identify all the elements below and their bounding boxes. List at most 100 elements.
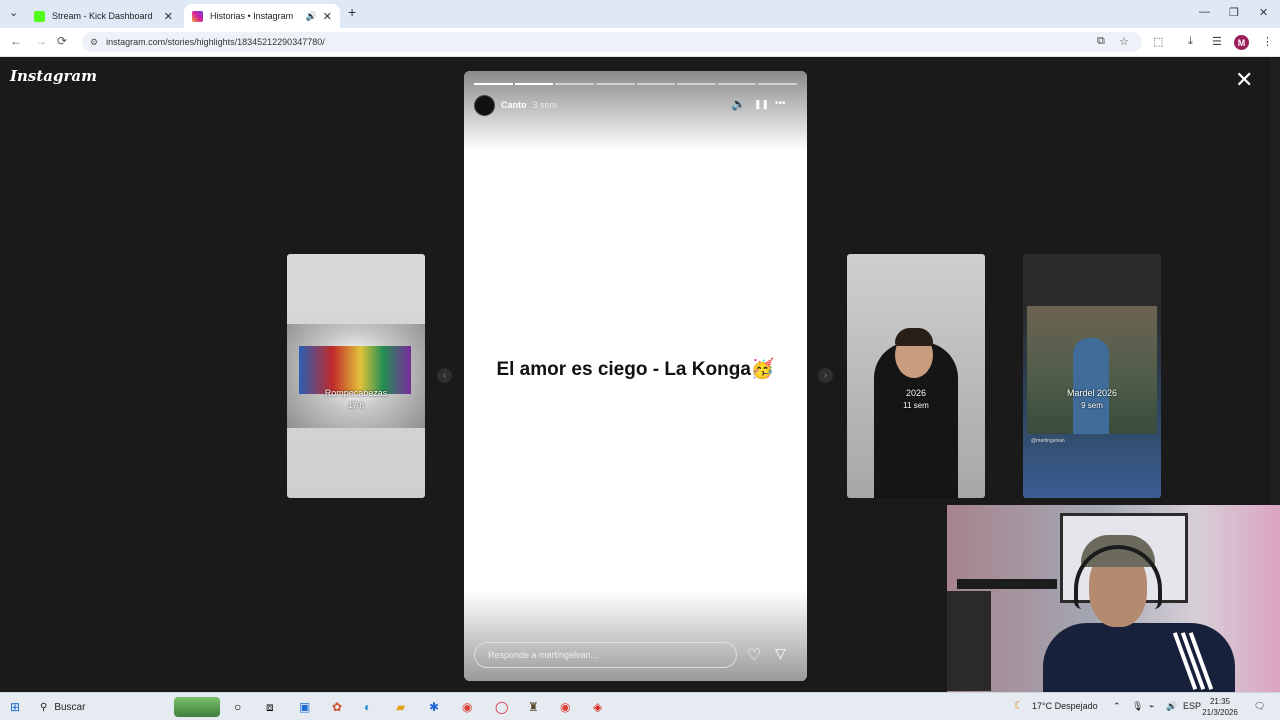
volume-icon[interactable]: 🔊 bbox=[1166, 701, 1177, 712]
highlight-name: Rompecabezas bbox=[324, 388, 388, 398]
tab-close-icon[interactable]: ✕ bbox=[164, 10, 173, 23]
story-progress-segment bbox=[758, 83, 797, 85]
previous-story-arrow[interactable]: ‹ bbox=[437, 368, 452, 383]
reply-input[interactable]: Responde a martingelvan... bbox=[474, 642, 737, 668]
sound-icon[interactable]: 🔈 bbox=[731, 97, 746, 111]
weather-icon[interactable]: ☾ bbox=[1014, 699, 1024, 712]
downloads-icon[interactable]: ⤓ bbox=[1188, 35, 1193, 48]
reading-list-icon[interactable]: ☰ bbox=[1212, 35, 1222, 48]
like-heart-icon[interactable]: ♡ bbox=[747, 645, 761, 665]
highlight-name: Mardel 2026 bbox=[1066, 388, 1118, 398]
story-caption: El amor es ciego - La Konga🥳 bbox=[496, 359, 775, 380]
highlight-thumb-rompecabezas[interactable]: Rompecabezas 17 h bbox=[287, 254, 425, 498]
opera-app-icon[interactable]: ◯ bbox=[495, 700, 508, 714]
highlight-thumb-2026[interactable]: 2026 11 sem bbox=[847, 254, 985, 498]
tab-kick-dashboard[interactable]: Stream - Kick Dashboard ✕ bbox=[26, 4, 181, 28]
weather-text[interactable]: 17°C Despejado bbox=[1032, 701, 1098, 711]
taskbar: ⊞ ⚲ Buscar ○ ⧈ ▣ ✿ ◐ ▰ ✱ ◉ ◯ ♜ ◉ ◈ ☾ 17°… bbox=[0, 692, 1280, 720]
tab-list-chevron-icon[interactable]: ⌄ bbox=[9, 6, 18, 19]
install-app-icon[interactable]: ⧉ bbox=[1097, 35, 1105, 48]
chrome-active-app-icon[interactable]: ◉ bbox=[560, 700, 570, 714]
search-label: Buscar bbox=[54, 701, 86, 713]
window-close-button[interactable]: ✕ bbox=[1259, 6, 1268, 19]
menu-kebab-icon[interactable]: ⋮ bbox=[1262, 35, 1273, 48]
story-progress-bar bbox=[474, 83, 797, 85]
game-app-icon[interactable]: ♜ bbox=[528, 700, 539, 714]
address-bar[interactable]: ⚙ instagram.com/stories/highlights/18345… bbox=[82, 32, 1142, 52]
story-progress-segment bbox=[514, 83, 554, 85]
story-progress-segment bbox=[677, 83, 716, 85]
browser-tab-strip: ⌄ Stream - Kick Dashboard ✕ Historias • … bbox=[0, 0, 1280, 28]
forward-button[interactable]: → bbox=[35, 34, 47, 48]
tab-title: Historias • Instagram bbox=[210, 11, 294, 21]
highlight-time: 11 sem bbox=[903, 401, 929, 410]
browser-toolbar: ← → ⟳ ⚙ instagram.com/stories/highlights… bbox=[0, 28, 1280, 57]
highlight-thumb-mardel-2026[interactable]: Mardel 2026 9 sem @martingelvan bbox=[1023, 254, 1161, 498]
highlight-time: 9 sem bbox=[1081, 401, 1103, 410]
widgets-icon[interactable] bbox=[174, 697, 220, 717]
puzzle-image bbox=[287, 324, 425, 428]
instagram-favicon-icon bbox=[192, 10, 203, 22]
close-stories-button[interactable]: ✕ bbox=[1235, 69, 1253, 91]
profile-avatar[interactable]: M bbox=[1234, 35, 1249, 50]
notifications-icon[interactable]: 🗨 bbox=[1254, 701, 1265, 712]
kick-favicon-icon bbox=[34, 10, 45, 22]
taskbar-clock[interactable]: 21:35 21/3/2026 bbox=[1200, 696, 1240, 718]
person-hair bbox=[895, 328, 933, 346]
store-app-icon[interactable]: ▣ bbox=[299, 700, 310, 714]
maximize-button[interactable]: ❐ bbox=[1229, 6, 1239, 19]
cortana-icon[interactable]: ○ bbox=[234, 700, 241, 714]
network-icon[interactable]: ⌁ bbox=[1149, 701, 1154, 712]
webcam-overlay bbox=[947, 505, 1280, 692]
bookmark-star-icon[interactable]: ☆ bbox=[1119, 35, 1129, 48]
microphone-icon[interactable]: 🎙 bbox=[1132, 701, 1143, 712]
site-info-icon[interactable]: ⚙ bbox=[90, 37, 98, 48]
highlight-name: 2026 bbox=[905, 388, 927, 398]
story-progress-segment bbox=[555, 83, 594, 85]
tray-chevron-icon[interactable]: ⌃ bbox=[1113, 701, 1121, 712]
story-progress-segment bbox=[636, 83, 676, 85]
reload-button[interactable]: ⟳ bbox=[57, 34, 67, 48]
story-avatar[interactable] bbox=[474, 94, 495, 116]
minimize-button[interactable]: — bbox=[1199, 6, 1210, 18]
tab-title: Stream - Kick Dashboard bbox=[52, 11, 153, 21]
taskbar-search[interactable]: ⚲ Buscar bbox=[36, 698, 131, 716]
tab-instagram-stories[interactable]: Historias • Instagram 🔊 ✕ bbox=[184, 4, 340, 28]
instagram-logo[interactable]: Instagram bbox=[10, 67, 97, 85]
active-story[interactable]: Canto 3 sem 🔈 ❚❚ ••• El amor es ciego - … bbox=[464, 71, 807, 681]
story-progress-segment bbox=[474, 83, 513, 85]
edge-app-icon[interactable]: ◐ bbox=[364, 700, 371, 714]
tab-close-icon[interactable]: ✕ bbox=[323, 10, 332, 23]
highlight-time: 17 h bbox=[348, 401, 364, 410]
puzzle-art bbox=[299, 346, 411, 394]
windows-start-icon[interactable]: ⊞ bbox=[10, 700, 20, 714]
clock-date: 21/3/2026 bbox=[1202, 708, 1238, 717]
pause-icon[interactable]: ❚❚ bbox=[754, 99, 769, 110]
clock-time: 21:35 bbox=[1209, 697, 1231, 706]
story-progress-segment bbox=[595, 83, 635, 85]
more-options-icon[interactable]: ••• bbox=[775, 98, 786, 109]
task-view-icon[interactable]: ⧈ bbox=[266, 700, 274, 715]
folder-app-icon[interactable]: ▰ bbox=[396, 700, 405, 714]
obs-app-icon[interactable]: ◈ bbox=[593, 700, 602, 714]
tab-audio-icon[interactable]: 🔊 bbox=[306, 11, 317, 22]
app-icon[interactable]: ✱ bbox=[429, 700, 439, 714]
story-header: Canto 3 sem 🔈 ❚❚ ••• bbox=[474, 94, 797, 116]
story-username[interactable]: Canto bbox=[501, 100, 527, 110]
microphone-arm bbox=[957, 579, 1057, 589]
person-image bbox=[1073, 338, 1109, 434]
chrome-app-icon[interactable]: ◉ bbox=[462, 700, 472, 714]
new-tab-button[interactable]: + bbox=[348, 4, 356, 20]
story-time-ago: 3 sem bbox=[532, 100, 558, 110]
copilot-app-icon[interactable]: ✿ bbox=[332, 700, 342, 714]
url-text: instagram.com/stories/highlights/1834521… bbox=[106, 37, 325, 47]
mention-sticker: @martingelvan bbox=[1031, 438, 1065, 444]
share-send-icon[interactable]: ▽ bbox=[775, 645, 786, 662]
next-story-arrow[interactable]: › bbox=[818, 368, 833, 383]
search-icon: ⚲ bbox=[40, 701, 48, 713]
extensions-icon[interactable]: ⬚ bbox=[1153, 35, 1163, 48]
instagram-stories-viewer: Instagram ✕ Rompecabezas 17 h ‹ Canto 3 … bbox=[0, 58, 1280, 692]
language-indicator[interactable]: ESP bbox=[1183, 701, 1201, 711]
back-button[interactable]: ← bbox=[10, 34, 22, 48]
webcam-chair bbox=[947, 591, 991, 691]
